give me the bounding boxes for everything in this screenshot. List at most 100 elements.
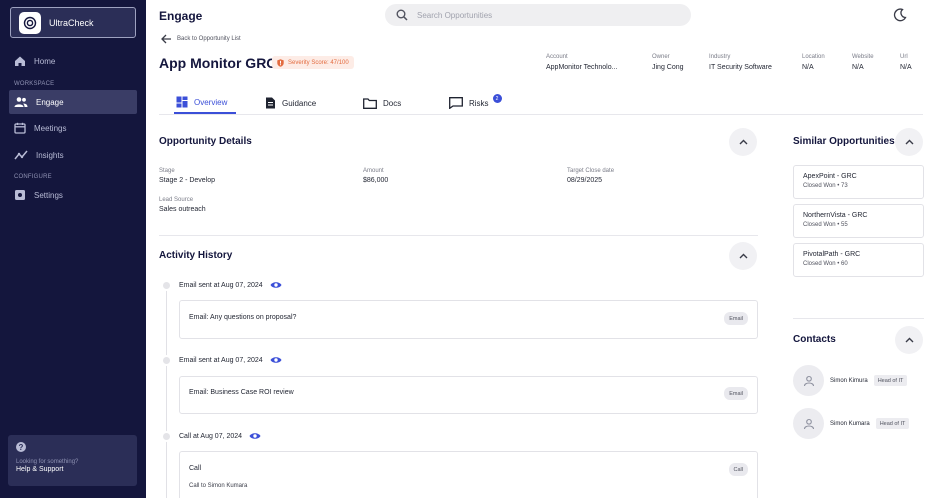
activity-card[interactable]: Email: Any questions on proposal? Email [179,300,758,339]
trend-icon [14,150,28,160]
activity-header: Email sent at Aug 07, 2024 [179,356,282,364]
collapse-contacts-button[interactable] [895,326,923,354]
activity-title: Email: Business Case ROI review [189,389,294,396]
activity-history-title: Activity History [159,250,233,261]
meta-website: Website N/A [852,54,874,71]
meta-label: Industry [709,54,731,60]
message-alert-icon [449,97,463,109]
activity-title: Call [189,465,202,472]
meta-label: Url [900,54,908,60]
contact-role-chip: Head of IT [875,418,910,429]
eye-icon[interactable] [249,432,261,440]
contact-row[interactable]: Simon Kumara Head of IT [793,408,910,439]
sidebar-item-engage[interactable]: Engage [9,90,137,114]
similar-opportunity-card[interactable]: NorthernVista - GRC Closed Won • 55 [793,204,924,238]
field-label: Lead Source [159,197,194,203]
avatar [793,408,824,439]
meta-value: AppMonitor Technolo... [546,64,618,71]
collapse-activity-button[interactable] [729,242,757,270]
chevron-up-icon [739,139,747,145]
document-icon [266,97,275,109]
back-link[interactable]: Back to Opportunity List [161,34,241,44]
workspace-section-label: WORKSPACE [14,81,55,87]
field-label: Amount [363,168,384,174]
calendar-icon [14,122,26,134]
collapse-similar-button[interactable] [895,128,923,156]
sidebar-item-label: Engage [36,97,64,107]
sidebar-item-insights[interactable]: Insights [9,143,137,167]
field-value: Stage 2 - Develop [159,177,216,184]
contacts-title: Contacts [793,334,836,345]
activity-header-label: Call at Aug 07, 2024 [179,432,243,440]
back-link-label: Back to Opportunity List [177,36,241,42]
eye-icon[interactable] [270,281,282,289]
tab-docs[interactable]: Docs [361,92,403,114]
contact-role-chip: Head of IT [873,375,908,386]
field-target-close: Target Close date 08/29/2025 [567,168,614,184]
eye-icon[interactable] [270,356,282,364]
search-bar[interactable]: Search Opportunities [385,4,691,26]
help-title: Help & Support [16,466,64,473]
chevron-up-icon [905,139,913,145]
activity-card[interactable]: Call Call to Simon Kumara Call [179,451,758,498]
user-icon [803,375,814,386]
sidebar-item-label: Home [34,56,56,66]
similar-opportunity-card[interactable]: ApexPoint - GRC Closed Won • 73 [793,165,924,199]
shield-alert-icon [277,58,284,67]
sidebar-item-home[interactable]: Home [9,49,137,73]
user-icon [803,418,814,429]
tabs-divider [159,114,923,115]
activity-title: Email: Any questions on proposal? [189,314,297,321]
section-divider [159,235,758,236]
tab-overview[interactable]: Overview [174,92,236,114]
tab-label: Overview [194,97,228,107]
meta-location: Location N/A [802,54,825,71]
brand-switcher[interactable]: UltraCheck [10,7,136,38]
meta-url: Url N/A [900,54,912,71]
tab-label: Guidance [282,98,317,108]
settings-icon [15,190,25,200]
activity-card[interactable]: Email: Business Case ROI review Email [179,376,758,414]
sidebar-item-meetings[interactable]: Meetings [9,116,137,140]
home-icon [15,56,25,66]
search-input[interactable]: Search Opportunities [417,11,492,20]
tab-label: Docs [383,98,402,108]
sidebar-item-settings[interactable]: Settings [9,183,137,207]
activity-subtitle: Call to Simon Kumara [189,483,248,489]
activity-type-chip: Email [724,387,748,400]
section-divider [793,318,924,319]
field-lead-source: Lead Source Sales outreach [159,197,206,213]
dark-mode-toggle[interactable] [893,8,907,27]
chevron-up-icon [905,337,913,343]
folder-icon [363,97,377,109]
sidebar-item-label: Insights [36,150,64,160]
tab-guidance[interactable]: Guidance [263,92,318,114]
severity-badge: Severity Score: 47/100 [272,56,354,69]
similar-opportunities-title: Similar Opportunities [793,136,895,147]
activity-type-chip: Call [728,463,748,476]
meta-label: Owner [652,54,670,60]
meta-value: N/A [802,64,814,71]
sidebar: UltraCheck Home WORKSPACE Engage Meeting… [0,0,146,498]
timeline-dot [161,355,172,366]
meta-value: IT Security Software [709,64,772,71]
help-icon: ? [16,442,26,452]
similar-opportunity-status: Closed Won • 73 [803,183,848,189]
page-title: Engage [159,9,203,23]
tab-risks[interactable]: Risks 2 [447,92,504,114]
timeline-dot [161,431,172,442]
avatar [793,365,824,396]
contact-name: Simon Kimura [830,377,868,384]
collapse-details-button[interactable] [729,128,757,156]
similar-opportunity-card[interactable]: PivotalPath - GRC Closed Won • 60 [793,243,924,277]
meta-value: Jing Cong [652,64,684,71]
contact-name: Simon Kumara [830,420,870,427]
meta-label: Location [802,54,825,60]
field-value: Sales outreach [159,206,206,213]
meta-label: Account [546,54,568,60]
severity-label: Severity Score: 47/100 [288,59,349,66]
dashboard-icon [176,96,188,108]
contact-row[interactable]: Simon Kimura Head of IT [793,365,908,396]
field-label: Stage [159,168,175,174]
help-support-card[interactable]: ? Looking for something? Help & Support [8,435,137,486]
